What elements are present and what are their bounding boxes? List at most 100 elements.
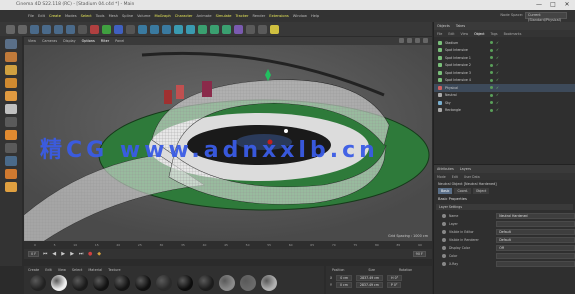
menu-item-create[interactable]: Create: [49, 14, 61, 18]
menu-item-volume[interactable]: Volume: [137, 14, 150, 18]
attribute-field[interactable]: [496, 253, 575, 259]
orbit-icon[interactable]: [415, 38, 420, 43]
deformer-icon[interactable]: [234, 24, 243, 34]
next-frame-icon[interactable]: ▶: [69, 251, 75, 257]
goto-end-icon[interactable]: ⏭: [78, 251, 84, 257]
goto-start-icon[interactable]: ⏮: [42, 251, 48, 257]
play-icon[interactable]: ▶: [60, 251, 66, 257]
enabled-check-icon[interactable]: ✓: [496, 63, 499, 67]
attribute-field[interactable]: [496, 221, 575, 227]
scale-icon[interactable]: [54, 24, 63, 34]
menu-item-help[interactable]: Help: [311, 14, 319, 18]
menu-item-window[interactable]: Window: [293, 14, 307, 18]
points-mode-icon[interactable]: [5, 65, 17, 75]
viewport-menu-view[interactable]: View: [28, 39, 36, 43]
workplane-icon[interactable]: [5, 143, 17, 153]
size-y-field[interactable]: 2837.49 cm: [355, 281, 383, 288]
object-menu-tags[interactable]: Tags: [491, 32, 498, 36]
menu-item-tracker[interactable]: Tracker: [236, 14, 249, 18]
animate-radio-icon[interactable]: [442, 238, 446, 242]
size-x-field[interactable]: 2837.49 cm: [356, 274, 384, 281]
attribute-field[interactable]: Neutral Hardened: [496, 213, 575, 219]
zoom-icon[interactable]: [407, 38, 412, 43]
snap-icon[interactable]: [5, 130, 17, 140]
move-icon[interactable]: [42, 24, 51, 34]
locked-workplane-icon[interactable]: [5, 156, 17, 166]
object-list-item[interactable]: Spot Intensive 3 ✓: [434, 69, 575, 77]
object-list-item[interactable]: Spot Intensive 4 ✓: [434, 77, 575, 85]
material-swatch[interactable]: [135, 275, 151, 291]
pen-icon[interactable]: [186, 24, 195, 34]
enabled-check-icon[interactable]: ✓: [496, 56, 499, 60]
material-menu-texture[interactable]: Texture: [108, 268, 120, 272]
model-mode-icon[interactable]: [5, 39, 17, 49]
coord-icon[interactable]: [126, 24, 135, 34]
pan-icon[interactable]: [399, 38, 404, 43]
solo-icon[interactable]: [5, 169, 17, 179]
menu-item-extensions[interactable]: Extensions: [269, 14, 289, 18]
timeline-ruler[interactable]: 0 5 10 15 20 25 30 35 40 45 50 55 60 65 70 75 80 85 90: [24, 241, 432, 249]
prev-frame-icon[interactable]: ◀: [51, 251, 57, 257]
record-icon[interactable]: ●: [87, 251, 93, 257]
polygons-mode-icon[interactable]: [5, 91, 17, 101]
rotation-p-field[interactable]: P 0°: [386, 281, 402, 288]
material-menu-edit[interactable]: Edit: [45, 268, 52, 272]
menu-item-mesh[interactable]: Mesh: [109, 14, 118, 18]
rotation-h-field[interactable]: H 0°: [387, 274, 403, 281]
subdivision-icon[interactable]: [198, 24, 207, 34]
enabled-check-icon[interactable]: ✓: [496, 86, 499, 90]
render-region-icon[interactable]: [138, 24, 147, 34]
floor-icon[interactable]: [246, 24, 255, 34]
menu-item-animate[interactable]: Animate: [197, 14, 212, 18]
render-settings-icon[interactable]: [162, 24, 171, 34]
object-list-item[interactable]: Sky ✓: [434, 99, 575, 107]
object-menu-object[interactable]: Object: [474, 32, 484, 36]
visibility-dot-icon[interactable]: [490, 93, 493, 97]
material-menu-select[interactable]: Select: [72, 268, 82, 272]
animate-radio-icon[interactable]: [442, 214, 446, 218]
visibility-dot-icon[interactable]: [490, 48, 493, 52]
maximize-button[interactable]: □: [549, 0, 557, 10]
material-swatch[interactable]: [93, 275, 109, 291]
texture-mode-icon[interactable]: [5, 52, 17, 62]
tab-attributes[interactable]: Attributes: [437, 167, 454, 171]
visibility-dot-icon[interactable]: [490, 78, 493, 82]
tab-objects[interactable]: Objects: [437, 24, 450, 28]
object-list-item[interactable]: Neutral ✓: [434, 92, 575, 100]
menu-item-character[interactable]: Character: [175, 14, 193, 18]
object-list-item[interactable]: Spot Intensive 2 ✓: [434, 62, 575, 70]
array-icon[interactable]: [222, 24, 231, 34]
attribute-field[interactable]: Default: [496, 237, 575, 243]
animate-radio-icon[interactable]: [442, 262, 446, 266]
object-menu-file[interactable]: File: [437, 32, 442, 36]
object-list-item[interactable]: Physical ✓: [434, 84, 575, 92]
visibility-dot-icon[interactable]: [490, 41, 493, 45]
enabled-check-icon[interactable]: ✓: [496, 108, 499, 112]
subtab-object[interactable]: Object: [472, 188, 490, 194]
material-swatch[interactable]: [72, 275, 88, 291]
subtab-coord[interactable]: Coord.: [454, 188, 471, 194]
enabled-check-icon[interactable]: ✓: [496, 93, 499, 97]
menu-item-edit[interactable]: Edit: [38, 14, 45, 18]
object-menu-view[interactable]: View: [461, 32, 469, 36]
attribute-field[interactable]: Off: [496, 245, 575, 251]
material-menu-view[interactable]: View: [58, 268, 66, 272]
menu-item-mograph[interactable]: MoGraph: [154, 14, 170, 18]
object-list-item[interactable]: Stadium ✓: [434, 39, 575, 47]
edges-mode-icon[interactable]: [5, 78, 17, 88]
end-frame-field[interactable]: 90 F: [412, 251, 426, 257]
axis-mode-icon[interactable]: [5, 117, 17, 127]
menu-item-simulate[interactable]: Simulate: [216, 14, 232, 18]
enabled-check-icon[interactable]: ✓: [496, 48, 499, 52]
material-swatch[interactable]: [51, 275, 67, 291]
attribute-field[interactable]: [496, 261, 575, 267]
material-swatch[interactable]: [114, 275, 130, 291]
menu-item-file[interactable]: File: [28, 14, 34, 18]
viewport-menu-cameras[interactable]: Cameras: [42, 39, 57, 43]
light-icon[interactable]: [270, 24, 279, 34]
enabled-check-icon[interactable]: ✓: [496, 101, 499, 105]
select-icon[interactable]: [30, 24, 39, 34]
viewport-menu-display[interactable]: Display: [63, 39, 76, 43]
subsection-title[interactable]: Layer Settings: [436, 204, 573, 210]
tab-takes[interactable]: Takes: [456, 24, 465, 28]
